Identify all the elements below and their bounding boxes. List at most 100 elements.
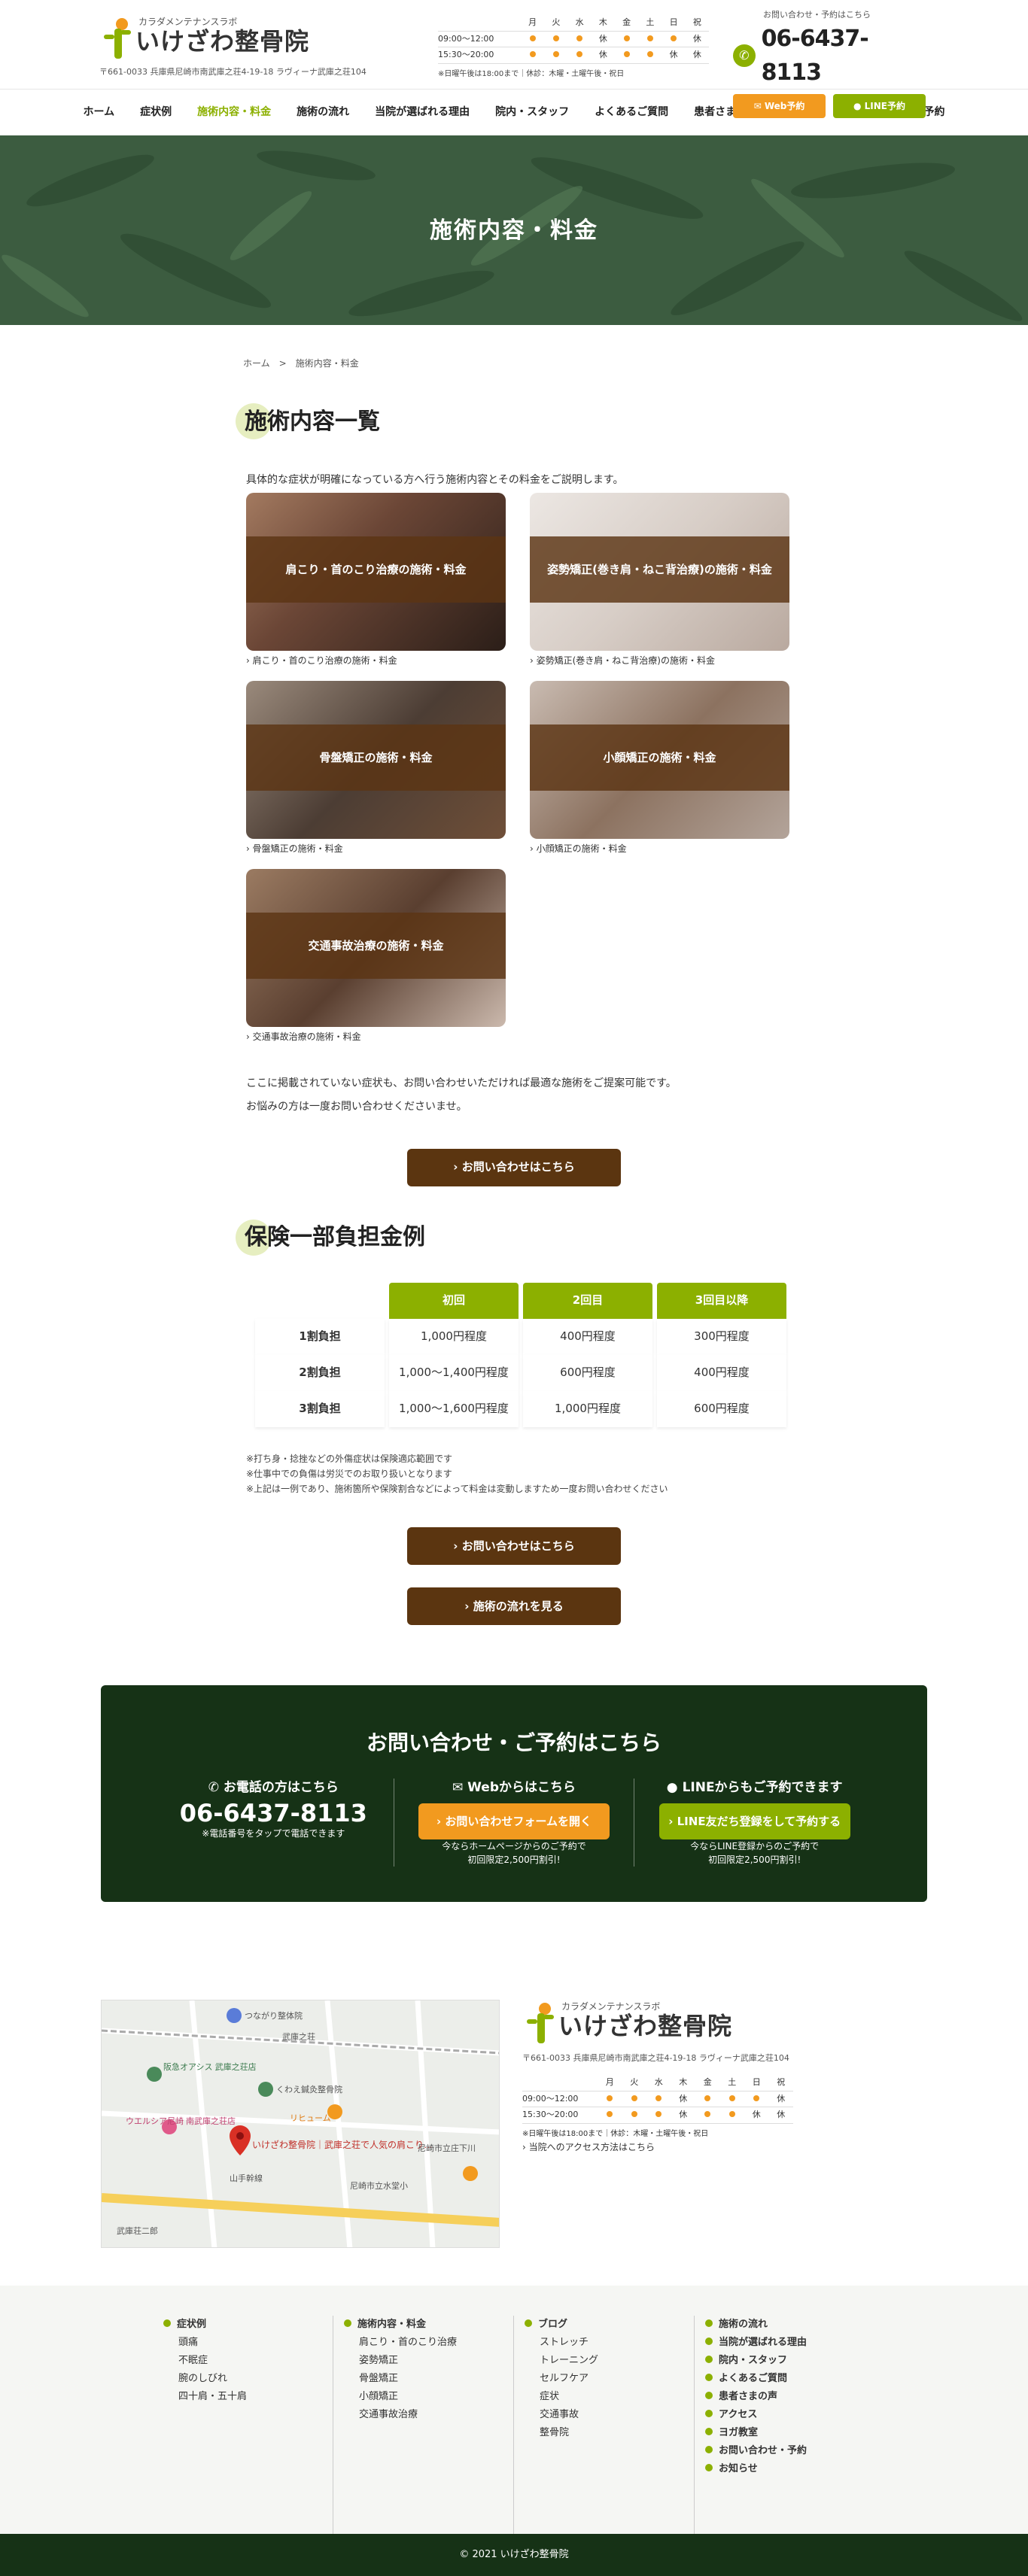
footer-link[interactable]: 整骨院 xyxy=(525,2424,694,2442)
web-reserve-button[interactable]: ✉ Web予約 xyxy=(733,93,826,118)
footer-link[interactable]: 骨盤矯正 xyxy=(344,2370,513,2388)
site-logo[interactable]: カラダメンテナンスラボ いけざわ整骨院 xyxy=(99,15,309,60)
nav-flow[interactable]: 施術の流れ xyxy=(284,105,362,120)
contact-button[interactable]: › お問い合わせはこちら xyxy=(407,1526,621,1565)
phone-icon: ✆ xyxy=(208,1779,224,1795)
footer-link[interactable]: 頭痛 xyxy=(163,2334,333,2352)
map-label: 武庫荘二郎 xyxy=(117,2225,158,2236)
footer-link[interactable]: ストレッチ xyxy=(525,2334,694,2352)
cactus-logo-icon xyxy=(522,2000,558,2045)
footer-link-treatments[interactable]: 施術内容・料金 xyxy=(344,2319,426,2330)
table-row: 2割負担 1,000～1,400円程度 600円程度 400円程度 xyxy=(255,1354,786,1391)
footer-link[interactable]: 腕のしびれ xyxy=(163,2370,333,2388)
open-dot-icon xyxy=(655,2111,662,2118)
header-phone-link[interactable]: 06-6437-8113 xyxy=(762,22,926,90)
treatment-photo: 交通事故治療の施術・料金 xyxy=(246,869,506,1027)
footer-link[interactable]: 不眠症 xyxy=(163,2352,333,2370)
footer-link[interactable]: 肩こり・首のこり治療 xyxy=(344,2334,513,2352)
table-row: 3割負担 1,000～1,600円程度 1,000円程度 600円程度 xyxy=(255,1390,786,1427)
contact-button[interactable]: › お問い合わせはこちら xyxy=(407,1148,621,1186)
footer-link-voices[interactable]: 患者さまの声 xyxy=(705,2388,875,2406)
open-dot-icon xyxy=(631,2095,637,2101)
day-header: 水 xyxy=(646,2075,671,2091)
access-link[interactable]: › 当院へのアクセス方法はこちら xyxy=(522,2142,655,2152)
mail-icon: ✉ xyxy=(452,1779,468,1795)
nav-symptoms[interactable]: 症状例 xyxy=(127,105,184,120)
footer-link[interactable]: 姿勢矯正 xyxy=(344,2352,513,2370)
treatment-card-pelvis[interactable]: 骨盤矯正の施術・料金 › 骨盤矯正の施術・料金 xyxy=(246,681,506,855)
closed-cell: 休 xyxy=(662,47,686,64)
contact-form-button[interactable]: › お問い合わせフォームを開く xyxy=(418,1803,610,1840)
day-header: 土 xyxy=(638,15,662,32)
access-address: 〒661-0033 兵庫県尼崎市南武庫之荘4-19-18 ラヴィーナ武庫之荘10… xyxy=(522,2052,789,2063)
line-reserve-button[interactable]: ● LINE予約 xyxy=(833,93,926,118)
footer-link-blog[interactable]: ブログ xyxy=(525,2319,567,2330)
footer-link-contact[interactable]: お問い合わせ・予約 xyxy=(705,2442,875,2460)
footer-link-faq[interactable]: よくあるご質問 xyxy=(705,2370,875,2388)
footer-link[interactable]: トレーニング xyxy=(525,2352,694,2370)
nav-treatment-price[interactable]: 施術内容・料金 xyxy=(184,105,284,120)
map-label: 武庫之荘 xyxy=(282,2031,315,2042)
treatment-card-accident[interactable]: 交通事故治療の施術・料金 › 交通事故治療の施術・料金 xyxy=(246,869,506,1043)
map-label: リヒューム xyxy=(290,2113,331,2123)
section-title-treatments: 施術内容一覧 xyxy=(245,408,380,435)
nav-faq[interactable]: よくあるご質問 xyxy=(582,105,681,120)
footer-link-reasons[interactable]: 当院が選ばれる理由 xyxy=(705,2334,875,2352)
page-title: 施術内容・料金 xyxy=(430,217,598,244)
table-cell: 300円程度 xyxy=(657,1318,786,1355)
mail-icon: ✉ xyxy=(753,100,765,111)
treatment-photo: 骨盤矯正の施術・料金 xyxy=(246,681,506,839)
footer-link[interactable]: 症状 xyxy=(525,2388,694,2406)
open-dot-icon xyxy=(728,2095,735,2101)
treatment-card-shoulder[interactable]: 肩こり・首のこり治療の施術・料金 › 肩こり・首のこり治療の施術・料金 xyxy=(246,493,506,667)
section-heading: 保険一部負担金例 xyxy=(236,1215,792,1260)
day-header: 月 xyxy=(521,15,545,32)
footer-link[interactable]: 小顔矯正 xyxy=(344,2388,513,2406)
footer-link-yoga[interactable]: ヨガ教室 xyxy=(705,2424,875,2442)
open-dot-icon xyxy=(753,2095,760,2101)
cta-phone-link[interactable]: 06-6437-8113 xyxy=(180,1800,367,1827)
footer-link-symptoms[interactable]: 症状例 xyxy=(163,2319,206,2330)
chevron-right-icon: › xyxy=(246,1031,253,1042)
treatment-card-face[interactable]: 小顔矯正の施術・料金 › 小顔矯正の施術・料金 xyxy=(530,681,789,855)
hours-row: 09:00～12:00 休 休 xyxy=(522,2091,793,2108)
footer-logo[interactable]: カラダメンテナンスラボ いけざわ整骨院 xyxy=(522,2000,927,2045)
hours-row: 09:00～12:00 休 休 xyxy=(438,31,709,47)
flow-button[interactable]: › 施術の流れを見る xyxy=(407,1587,621,1625)
cta-web-note: 初回限定2,500円割引! xyxy=(467,1855,561,1866)
card-label: 交通事故治療の施術・料金 xyxy=(246,913,506,979)
table-cell: 600円程度 xyxy=(657,1390,786,1427)
open-dot-icon xyxy=(631,2111,637,2118)
closed-cell: 休 xyxy=(768,2107,793,2124)
hours-time: 15:30～20:00 xyxy=(522,2107,598,2124)
contact-cta: お問い合わせ・ご予約はこちら ✆ お電話の方はこちら 06-6437-8113 … xyxy=(101,1684,927,1902)
footer-link[interactable]: 交通事故 xyxy=(525,2406,694,2424)
day-header: 金 xyxy=(695,2075,720,2091)
footer-col-pages: 施術の流れ 当院が選ばれる理由 院内・スタッフ よくあるご質問 患者さまの声 ア… xyxy=(695,2316,875,2534)
treatment-card-posture[interactable]: 姿勢矯正(巻き肩・ねこ背治療)の施術・料金 › 姿勢矯正(巻き肩・ねこ背治療)の… xyxy=(530,493,789,667)
open-dot-icon xyxy=(576,35,583,41)
google-map[interactable]: つながり整体院 武庫之荘 阪急オアシス 武庫之荘店 くわえ鍼灸整骨院 リヒューム… xyxy=(101,1999,500,2248)
footer-link[interactable]: セルフケア xyxy=(525,2370,694,2388)
footer-link-news[interactable]: お知らせ xyxy=(705,2460,875,2478)
footer-link-flow[interactable]: 施術の流れ xyxy=(705,2316,875,2334)
line-register-button[interactable]: › LINE友だち登録をして予約する xyxy=(658,1803,850,1840)
main-content: 施術内容一覧 具体的な症状が明確になっている方へ行う施術内容とその料金をご説明し… xyxy=(236,399,792,1625)
breadcrumb[interactable]: ホーム > 施術内容・料金 xyxy=(243,357,785,370)
nav-reasons[interactable]: 当院が選ばれる理由 xyxy=(362,105,482,120)
footer-link-staff[interactable]: 院内・スタッフ xyxy=(705,2352,875,2370)
chevron-right-icon: › xyxy=(530,843,537,854)
site-footer: © 2021 いけざわ整骨院 xyxy=(0,2533,1028,2576)
card-caption: 交通事故治療の施術・料金 xyxy=(252,1031,361,1042)
footer-link[interactable]: 交通事故治療 xyxy=(344,2406,513,2424)
nav-staff[interactable]: 院内・スタッフ xyxy=(482,105,582,120)
nav-home[interactable]: ホーム xyxy=(71,105,128,120)
map-label: 尼崎市立水堂小 xyxy=(350,2180,408,2191)
day-header: 日 xyxy=(662,15,686,32)
day-header: 祝 xyxy=(685,15,709,32)
footer-link-access[interactable]: アクセス xyxy=(705,2406,875,2424)
footer-link[interactable]: 四十肩・五十肩 xyxy=(163,2388,333,2406)
day-header: 金 xyxy=(615,15,639,32)
map-label: いけざわ整骨院｜武庫之荘で人気の肩こり… xyxy=(252,2139,433,2150)
page-hero: 施術内容・料金 xyxy=(0,135,1028,325)
